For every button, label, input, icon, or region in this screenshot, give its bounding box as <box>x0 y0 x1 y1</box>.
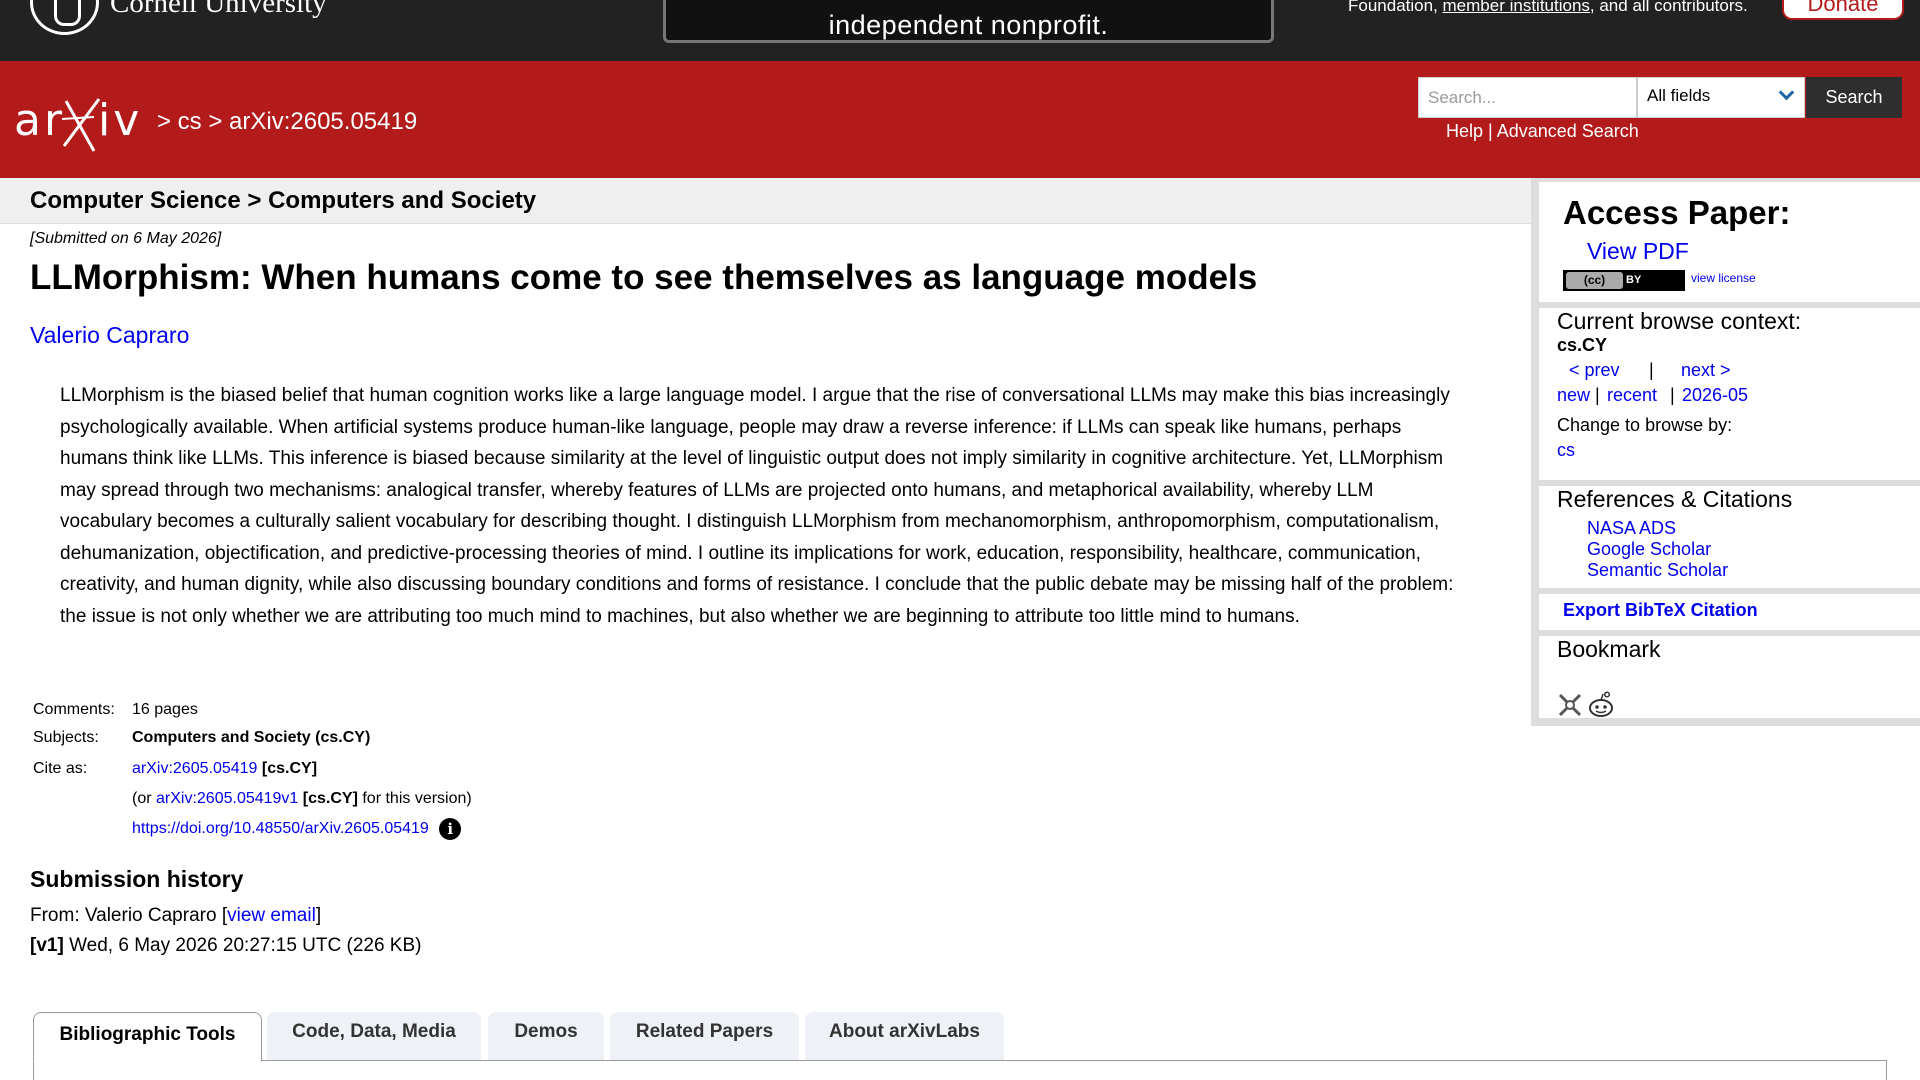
comments-value: 16 pages <box>132 701 198 718</box>
chevron-down-icon <box>1778 84 1795 101</box>
bibsonomy-icon[interactable] <box>1557 692 1583 718</box>
new-link[interactable]: new <box>1557 385 1590 406</box>
help-link[interactable]: Help <box>1446 121 1483 141</box>
bookmark-icons <box>1557 691 1615 719</box>
breadcrumb[interactable]: > cs > arXiv:2605.05419 <box>157 108 417 136</box>
nav-separator-2: | <box>1670 385 1675 405</box>
references-box: References & Citations NASA ADS Google S… <box>1539 486 1920 588</box>
member-institutions-link[interactable]: member institutions <box>1443 0 1590 15</box>
history-from-prefix: From: Valerio Capraro [ <box>30 905 228 926</box>
right-sidebar: Access Paper: View PDF (cc) BY view lice… <box>1531 178 1920 726</box>
prev-link[interactable]: < prev <box>1569 360 1620 381</box>
version-id-link[interactable]: arXiv:2605.05419v1 <box>156 790 298 807</box>
reddit-icon[interactable] <box>1587 691 1615 719</box>
bookmark-box: Bookmark <box>1539 636 1920 718</box>
nonprofit-notice: independent nonprofit. <box>663 0 1274 43</box>
month-link[interactable]: 2026-05 <box>1682 385 1748 406</box>
history-from: From: Valerio Capraro [view email] <box>30 905 321 927</box>
cite-as: arXiv:2605.05419 [cs.CY] <box>132 760 317 778</box>
top-banner: Cornell University independent nonprofit… <box>0 0 1920 61</box>
subjects-label: Subjects: <box>33 729 99 746</box>
support-suffix: , and all contributors. <box>1589 0 1748 15</box>
support-prefix: Foundation, <box>1348 0 1443 15</box>
tab-about-arxivlabs[interactable]: About arXivLabs <box>805 1012 1004 1060</box>
cornell-university-name[interactable]: Cornell University <box>110 0 327 20</box>
help-separator: | <box>1483 121 1497 141</box>
history-version: [v1] Wed, 6 May 2026 20:27:15 UTC (226 K… <box>30 935 421 957</box>
tab-demos[interactable]: Demos <box>488 1012 604 1060</box>
search-button[interactable]: Search <box>1806 77 1902 118</box>
semantic-scholar-link[interactable]: Semantic Scholar <box>1587 560 1728 581</box>
access-paper-box: Access Paper: View PDF (cc) BY view lice… <box>1539 182 1920 302</box>
cite-id-link[interactable]: arXiv:2605.05419 <box>132 760 257 777</box>
by-icon: BY <box>1626 274 1642 286</box>
advanced-search-link[interactable]: Advanced Search <box>1497 121 1639 141</box>
browse-cs-link[interactable]: cs <box>1557 440 1575 461</box>
bookmark-title: Bookmark <box>1557 636 1661 662</box>
submission-history-title: Submission history <box>30 866 244 892</box>
export-box: Export BibTeX Citation <box>1539 594 1920 630</box>
comments-label: Comments: <box>33 701 115 718</box>
submitted-date: [Submitted on 6 May 2026] <box>30 230 222 247</box>
view-pdf-link[interactable]: View PDF <box>1587 238 1689 265</box>
paper-title: LLMorphism: When humans come to see them… <box>30 258 1258 297</box>
history-version-date: Wed, 6 May 2026 20:27:15 UTC (226 KB) <box>63 935 422 956</box>
abstract: LLMorphism is the biased belief that hum… <box>60 385 1454 627</box>
tab-bibliographic-tools[interactable]: Bibliographic Tools <box>33 1012 262 1062</box>
search-input[interactable] <box>1418 77 1637 118</box>
cc-by-license-icon[interactable]: (cc) BY <box>1563 270 1685 291</box>
change-browse-label: Change to browse by: <box>1557 415 1733 435</box>
tab-panel <box>33 1060 1887 1080</box>
prev-next-separator: | <box>1649 360 1654 380</box>
version-category: [cs.CY] <box>302 790 358 807</box>
help-links: Help | Advanced Search <box>1446 121 1639 142</box>
version-cite: (or arXiv:2605.05419v1 [cs.CY] for this … <box>132 790 472 808</box>
export-bibtex-link[interactable]: Export BibTeX Citation <box>1563 600 1758 621</box>
cornell-seal-icon[interactable] <box>30 0 99 35</box>
browse-context-title: Current browse context: <box>1557 308 1802 334</box>
arxiv-header: ar iv > cs > arXiv:2605.05419 All fields… <box>0 61 1920 178</box>
subjects-value: Computers and Society (cs.CY) <box>132 729 371 746</box>
donate-button[interactable]: Donate <box>1782 0 1904 20</box>
svg-text:iv: iv <box>98 95 142 146</box>
info-icon[interactable]: i <box>439 818 462 840</box>
doi-row: https://doi.org/10.48550/arXiv.2605.0541… <box>132 818 462 840</box>
cite-label: Cite as: <box>33 760 88 777</box>
svg-text:ar: ar <box>14 95 65 146</box>
version-suffix: for this version) <box>357 790 472 807</box>
cite-category: [cs.CY] <box>261 760 318 777</box>
support-text: Foundation, member institutions, and all… <box>1348 0 1748 16</box>
subject-breadcrumb[interactable]: Computer Science > Computers and Society <box>30 187 536 215</box>
history-from-suffix: ] <box>315 905 322 926</box>
arxiv-logo-icon[interactable]: ar iv <box>14 91 154 155</box>
notice-text: independent nonprofit. <box>828 10 1109 40</box>
nav-separator-1: | <box>1595 385 1600 405</box>
search-field-select[interactable]: All fields <box>1637 77 1805 118</box>
version-prefix: (or <box>132 790 156 807</box>
nasa-ads-link[interactable]: NASA ADS <box>1587 518 1676 539</box>
view-email-link[interactable]: view email <box>227 905 316 926</box>
recent-link[interactable]: recent <box>1607 385 1657 406</box>
browse-context-box: Current browse context: cs.CY < prev | n… <box>1539 308 1920 480</box>
google-scholar-link[interactable]: Google Scholar <box>1587 539 1711 560</box>
next-link[interactable]: next > <box>1681 360 1731 381</box>
search-field-value: All fields <box>1647 86 1711 105</box>
doi-link[interactable]: https://doi.org/10.48550/arXiv.2605.0541… <box>132 820 429 837</box>
cc-icon: (cc) <box>1566 272 1623 289</box>
author-link[interactable]: Valerio Capraro <box>30 322 189 349</box>
view-license-link[interactable]: view license <box>1691 271 1756 285</box>
tab-related-papers[interactable]: Related Papers <box>610 1012 799 1060</box>
references-title: References & Citations <box>1557 486 1793 512</box>
subject-header: Computer Science > Computers and Society <box>0 178 1531 224</box>
history-version-tag: [v1] <box>30 935 64 956</box>
tab-code-data-media[interactable]: Code, Data, Media <box>267 1012 481 1060</box>
browse-context-value: cs.CY <box>1557 335 1608 355</box>
access-paper-title: Access Paper: <box>1563 194 1791 231</box>
